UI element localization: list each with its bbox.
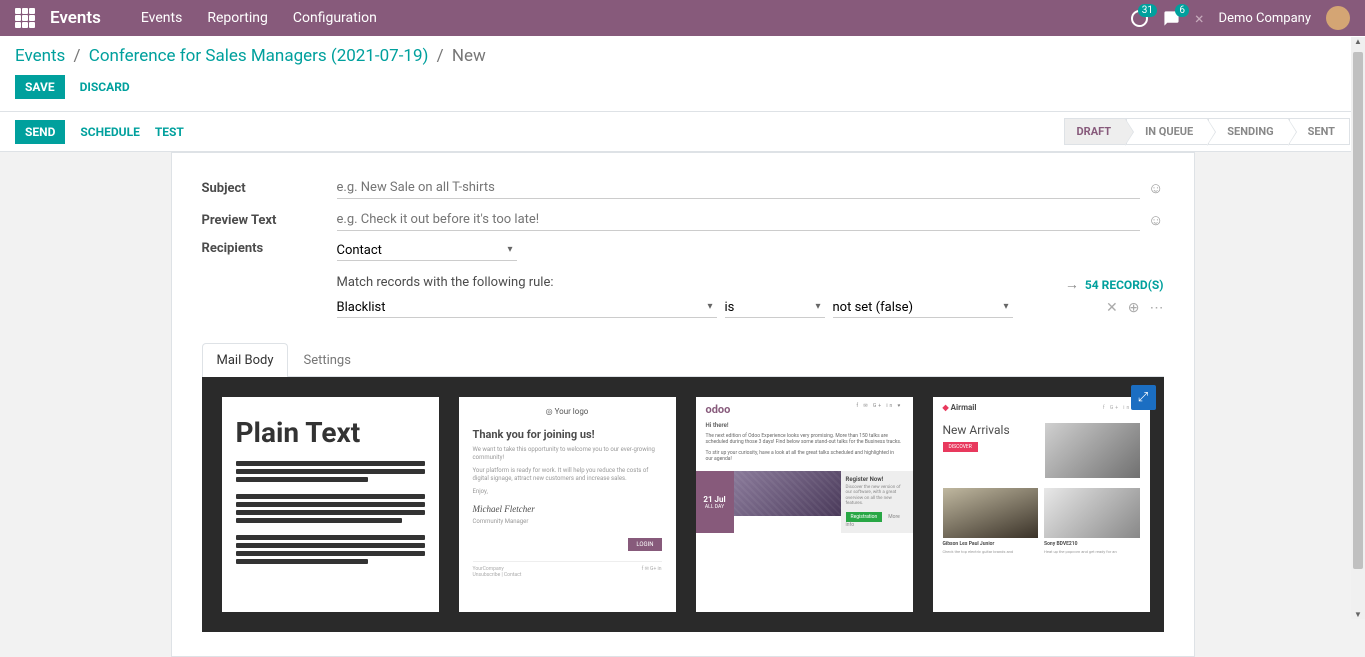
menu-events[interactable]: Events [141, 10, 182, 26]
emoji-icon[interactable]: ☺ [1148, 211, 1163, 229]
menu-configuration[interactable]: Configuration [293, 10, 377, 26]
template-odoo-event[interactable]: odoof ✉ G+ in ♥ Hi there! The next editi… [696, 397, 913, 612]
test-button[interactable]: TEST [155, 125, 184, 139]
filter-more-icon[interactable]: ⋯ [1150, 300, 1164, 316]
schedule-button[interactable]: SCHEDULE [80, 125, 139, 139]
breadcrumb: Events / Conference for Sales Managers (… [15, 46, 1350, 66]
app-name[interactable]: Events [50, 8, 101, 28]
recipients-label: Recipients [202, 241, 337, 256]
activities-icon[interactable]: 31 [1131, 10, 1148, 27]
filter-field-select[interactable]: Blacklist [337, 298, 717, 318]
template-plain-text[interactable]: Plain Text [222, 397, 439, 612]
filter-delete-icon[interactable]: ✕ [1106, 300, 1118, 316]
recipients-select[interactable]: Contact [337, 241, 517, 261]
subject-input[interactable] [337, 177, 1141, 199]
filter-value-select[interactable]: not set (false) [833, 298, 1013, 318]
discard-button[interactable]: DISCARD [80, 80, 130, 94]
match-rule-text: Match records with the following rule: [337, 275, 554, 290]
save-button[interactable]: SAVE [15, 75, 65, 99]
discuss-icon[interactable]: 6 [1163, 10, 1180, 27]
breadcrumb-root[interactable]: Events [15, 46, 65, 66]
tab-mail-body[interactable]: Mail Body [202, 343, 289, 377]
filter-operator-select[interactable]: is [725, 298, 825, 318]
template-thank-you[interactable]: ◎ Your logo Thank you for joining us! We… [459, 397, 676, 612]
status-draft[interactable]: DRAFT [1064, 118, 1127, 145]
status-sent[interactable]: SENT [1289, 118, 1350, 145]
tab-settings[interactable]: Settings [288, 343, 365, 377]
close-icon[interactable]: × [1195, 9, 1204, 28]
preview-label: Preview Text [202, 213, 337, 228]
emoji-icon[interactable]: ☺ [1148, 179, 1163, 197]
fullscreen-icon[interactable]: ⤢ [1131, 385, 1156, 410]
preview-input[interactable] [337, 209, 1141, 231]
company-name[interactable]: Demo Company [1219, 11, 1311, 26]
menu-reporting[interactable]: Reporting [207, 10, 268, 26]
subject-label: Subject [202, 181, 337, 196]
status-sending[interactable]: SENDING [1208, 118, 1288, 145]
user-avatar[interactable] [1326, 6, 1350, 30]
send-button[interactable]: SEND [15, 120, 65, 144]
filter-add-icon[interactable]: ⊕ [1128, 300, 1140, 316]
templates-gallery: ⤢ Plain Text ◎ Your logo Thank you for j… [202, 377, 1164, 632]
breadcrumb-parent[interactable]: Conference for Sales Managers (2021-07-1… [89, 46, 429, 66]
breadcrumb-current: New [452, 46, 486, 66]
template-airmail[interactable]: Airmailf G+ in ♥ New Arrivals DISCOVER G… [933, 397, 1150, 612]
arrow-right-icon: → [1065, 276, 1079, 293]
page-scrollbar[interactable]: ▲ ▼ [1351, 37, 1365, 619]
status-in-queue[interactable]: IN QUEUE [1126, 118, 1208, 145]
records-count-link[interactable]: 54 RECORD(S) [1085, 278, 1164, 292]
apps-icon[interactable] [15, 8, 35, 28]
